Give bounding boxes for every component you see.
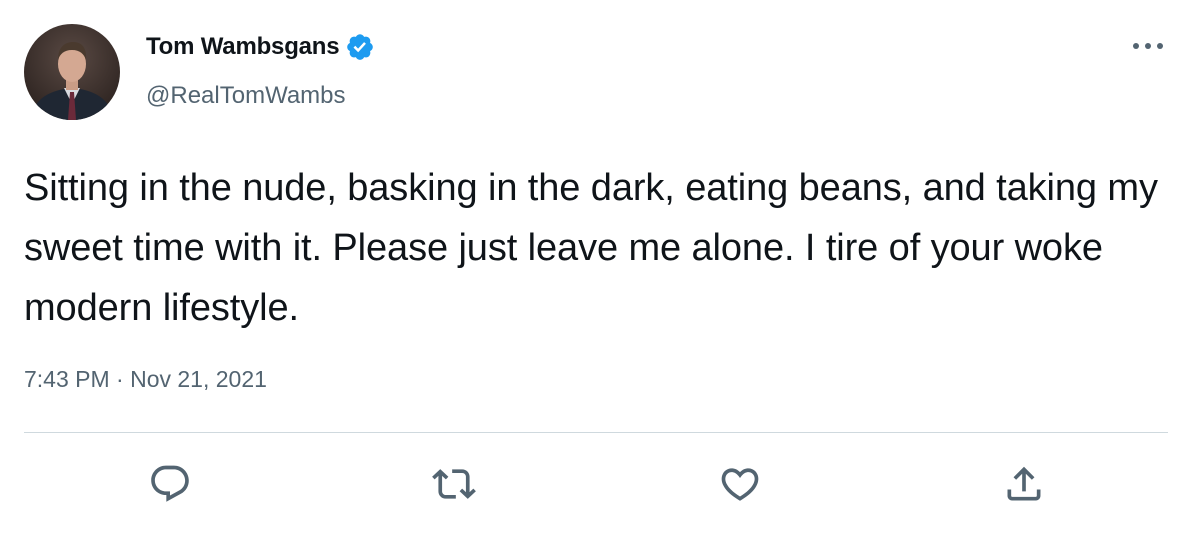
more-options-button[interactable] xyxy=(1128,26,1168,66)
share-button[interactable] xyxy=(998,458,1050,510)
retweet-icon xyxy=(432,469,476,499)
like-button[interactable] xyxy=(714,458,766,510)
heart-icon xyxy=(721,468,759,501)
tweet-card: Tom Wambsgans @RealTomWambs Sitting in t… xyxy=(0,0,1192,554)
avatar[interactable] xyxy=(24,24,120,120)
reply-icon xyxy=(151,465,189,502)
tweet-timestamp[interactable]: 7:43 PM · Nov 21, 2021 xyxy=(24,366,267,393)
avatar-photo xyxy=(24,24,120,120)
author-display-name[interactable]: Tom Wambsgans xyxy=(146,33,340,61)
divider xyxy=(24,432,1168,433)
share-icon xyxy=(1007,466,1041,501)
author-name-row[interactable]: Tom Wambsgans xyxy=(146,32,375,62)
verified-badge-icon xyxy=(345,32,375,62)
retweet-button[interactable] xyxy=(428,458,480,510)
reply-button[interactable] xyxy=(144,458,196,510)
more-dots-icon xyxy=(1133,43,1163,49)
tweet-text: Sitting in the nude, basking in the dark… xyxy=(24,167,1158,329)
author-handle[interactable]: @RealTomWambs xyxy=(146,82,346,110)
